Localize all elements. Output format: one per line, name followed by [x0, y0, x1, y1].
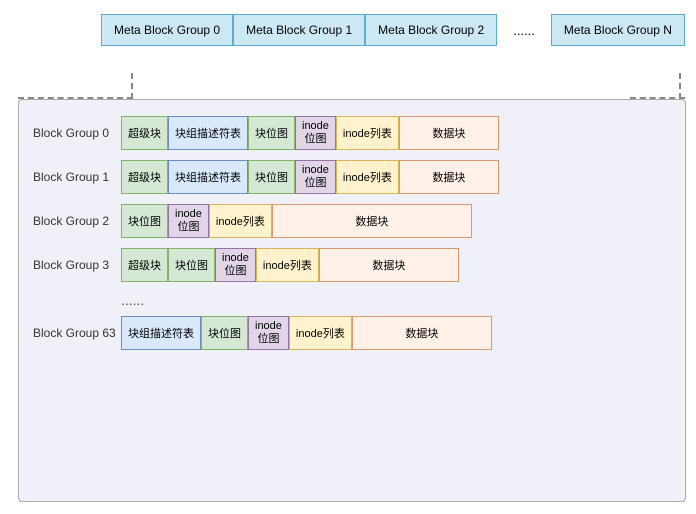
cell-inode-map-3: inode位图	[215, 248, 256, 282]
block-group-label-63: Block Group 63	[33, 326, 121, 340]
main-container: Block Group 0 超级块 块组描述符表 块位图 inode位图 ino…	[18, 99, 686, 502]
cell-data-1: 数据块	[399, 160, 499, 194]
block-group-label-1: Block Group 1	[33, 170, 121, 184]
meta-block-0: Meta Block Group 0	[101, 14, 233, 46]
cell-inode-list-3: inode列表	[256, 248, 319, 282]
cell-super-3: 超级块	[121, 248, 168, 282]
cell-block-map-0: 块位图	[248, 116, 295, 150]
meta-block-row: Meta Block Group 0 Meta Block Group 1 Me…	[100, 14, 686, 46]
cell-inode-list-1: inode列表	[336, 160, 399, 194]
cell-block-desc-0: 块组描述符表	[168, 116, 248, 150]
cell-inode-map-1: inode位图	[295, 160, 336, 194]
cell-block-map-3: 块位图	[168, 248, 215, 282]
cell-block-map-2: 块位图	[121, 204, 168, 238]
cell-super-1: 超级块	[121, 160, 168, 194]
meta-block-2: Meta Block Group 2	[365, 14, 497, 46]
cell-block-map-63: 块位图	[201, 316, 248, 350]
block-group-label-3: Block Group 3	[33, 258, 121, 272]
cell-inode-list-2: inode列表	[209, 204, 272, 238]
dashed-connector-left	[131, 73, 133, 99]
cell-inode-map-0: inode位图	[295, 116, 336, 150]
block-group-cells-1: 超级块 块组描述符表 块位图 inode位图 inode列表 数据块	[121, 160, 499, 194]
cell-inode-list-63: inode列表	[289, 316, 352, 350]
block-group-row-0: Block Group 0 超级块 块组描述符表 块位图 inode位图 ino…	[33, 116, 671, 150]
block-group-cells-0: 超级块 块组描述符表 块位图 inode位图 inode列表 数据块	[121, 116, 499, 150]
cell-data-63: 数据块	[352, 316, 492, 350]
cell-inode-map-2: inode位图	[168, 204, 209, 238]
meta-block-n: Meta Block Group N	[551, 14, 685, 46]
block-group-label-0: Block Group 0	[33, 126, 121, 140]
block-group-cells-3: 超级块 块位图 inode位图 inode列表 数据块	[121, 248, 459, 282]
cell-block-desc-1: 块组描述符表	[168, 160, 248, 194]
cell-super-0: 超级块	[121, 116, 168, 150]
block-group-row-3: Block Group 3 超级块 块位图 inode位图 inode列表 数据…	[33, 248, 671, 282]
block-group-row-1: Block Group 1 超级块 块组描述符表 块位图 inode位图 ino…	[33, 160, 671, 194]
cell-data-0: 数据块	[399, 116, 499, 150]
block-group-cells-2: 块位图 inode位图 inode列表 数据块	[121, 204, 472, 238]
cell-block-desc-63: 块组描述符表	[121, 316, 201, 350]
block-group-label-2: Block Group 2	[33, 214, 121, 228]
dashed-connector-right	[679, 73, 681, 99]
cell-data-3: 数据块	[319, 248, 459, 282]
cell-inode-list-0: inode列表	[336, 116, 399, 150]
cell-inode-map-63: inode位图	[248, 316, 289, 350]
block-group-row-63: Block Group 63 块组描述符表 块位图 inode位图 inode列…	[33, 316, 671, 350]
meta-block-1: Meta Block Group 1	[233, 14, 365, 46]
block-group-row-2: Block Group 2 块位图 inode位图 inode列表 数据块	[33, 204, 671, 238]
ellipsis-row: ......	[33, 292, 671, 308]
cell-block-map-1: 块位图	[248, 160, 295, 194]
meta-block-ellipsis: ......	[497, 15, 551, 46]
cell-data-2: 数据块	[272, 204, 472, 238]
block-group-cells-63: 块组描述符表 块位图 inode位图 inode列表 数据块	[121, 316, 492, 350]
